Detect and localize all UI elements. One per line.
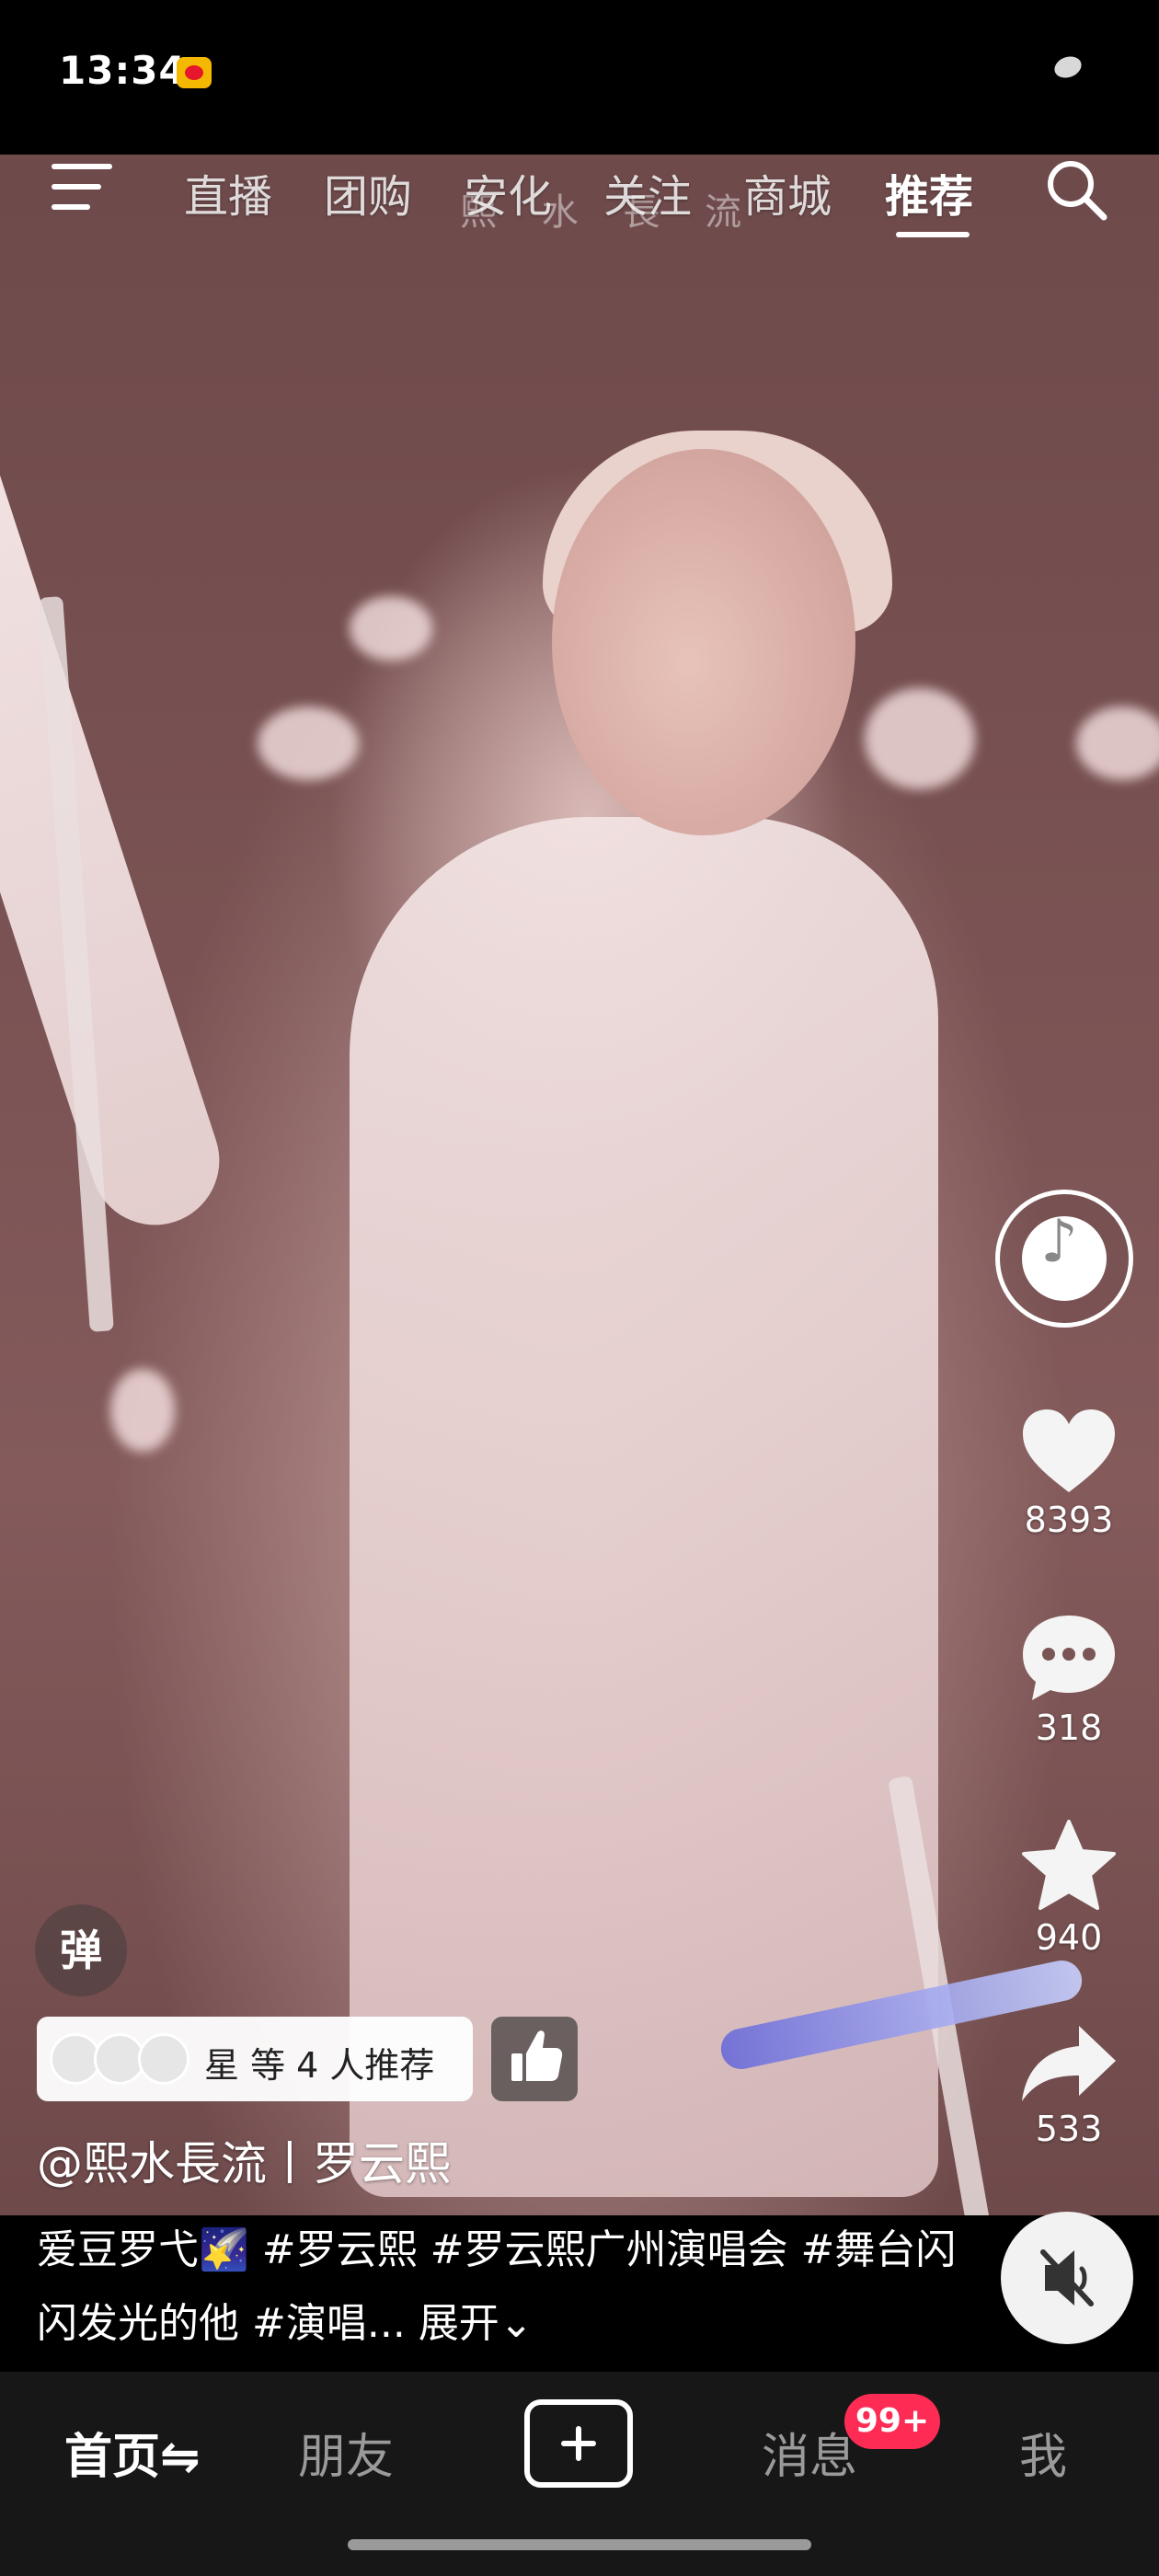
video-caption[interactable]: 爱豆罗弋🌠 #罗云熙 #罗云熙广州演唱会 #舞台闪闪发光的他 #演唱... 展开…	[37, 2214, 984, 2361]
muted-speaker-icon	[1040, 2249, 1094, 2306]
nav-me[interactable]: 我	[1019, 2418, 1067, 2487]
performer-head	[552, 449, 855, 835]
expand-caption-link[interactable]: 展开⌄	[419, 2300, 534, 2347]
danmaku-button[interactable]: 弹	[35, 1904, 127, 1996]
avatar	[138, 2033, 189, 2085]
share-count: 533	[1035, 2109, 1103, 2149]
bokeh-light	[110, 1369, 175, 1452]
mute-button[interactable]	[1001, 2212, 1133, 2344]
bokeh-light	[1076, 707, 1159, 780]
home-indicator	[348, 2539, 811, 2550]
bokeh-light	[350, 596, 432, 661]
active-tab-indicator	[896, 232, 970, 237]
message-badge: 99+	[844, 2394, 940, 2449]
tab-mall[interactable]: 商城	[743, 160, 832, 224]
star-icon	[1022, 1820, 1116, 1910]
performer-body	[350, 817, 938, 2197]
nav-home[interactable]: 首页⇋	[64, 2418, 201, 2487]
recommend-text: 星 等 4 人推荐	[204, 2045, 435, 2086]
favorite-count: 940	[1035, 1917, 1103, 1958]
share-button[interactable]: 533	[1014, 2022, 1124, 2149]
tab-live[interactable]: 直播	[184, 160, 272, 224]
search-icon[interactable]	[1043, 156, 1109, 223]
like-button[interactable]: 8393	[1014, 1408, 1124, 1540]
nav-friends[interactable]: 朋友	[298, 2418, 394, 2487]
music-disc-button[interactable]: ♪	[995, 1190, 1133, 1328]
recommend-thumbs-up-button[interactable]	[491, 2017, 578, 2101]
nav-messages[interactable]: 消息	[762, 2418, 857, 2487]
music-note-icon: ♪	[1040, 1208, 1078, 1276]
share-icon	[1022, 2026, 1116, 2101]
favorite-button[interactable]: 940	[1014, 1818, 1124, 1958]
bokeh-light	[258, 707, 359, 780]
thumbs-up-icon	[511, 2030, 563, 2081]
tab-local[interactable]: 安化	[464, 160, 552, 224]
comment-button[interactable]: 318	[1014, 1612, 1124, 1748]
weibo-icon	[177, 57, 212, 88]
comment-count: 318	[1035, 1708, 1103, 1748]
status-indicator-icon	[1051, 52, 1084, 82]
status-time: 13:34	[59, 48, 187, 93]
status-bar: 13:34	[0, 0, 1159, 155]
menu-icon[interactable]	[52, 164, 112, 210]
like-count: 8393	[1024, 1500, 1114, 1540]
comment-icon	[1023, 1616, 1115, 1700]
author-name[interactable]: @熙水長流丨罗云熙	[37, 2127, 451, 2193]
heart-icon	[1023, 1409, 1115, 1492]
tab-following[interactable]: 关注	[603, 160, 692, 224]
performer-arm	[0, 414, 236, 1242]
bokeh-light	[865, 688, 975, 789]
tab-group-buy[interactable]: 团购	[324, 160, 412, 224]
create-button[interactable]	[524, 2399, 633, 2488]
recommend-pill[interactable]: 星 等 4 人推荐	[37, 2017, 473, 2101]
tab-recommend[interactable]: 推荐	[885, 160, 973, 224]
